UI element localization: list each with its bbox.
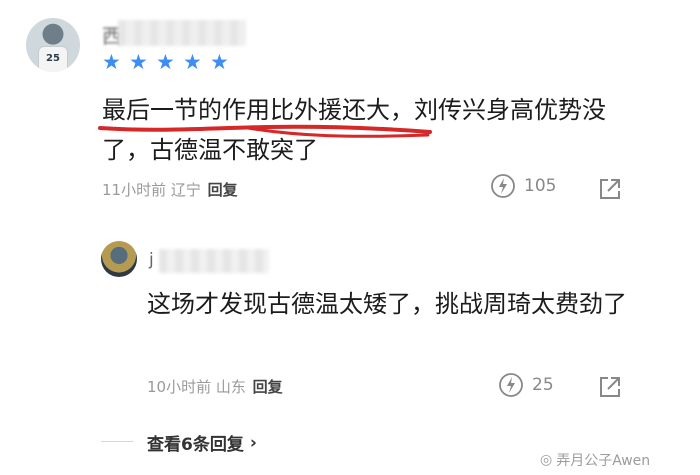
lightning-like-icon: [491, 174, 515, 198]
watermark: ◎ 弄月公子Awen: [540, 450, 650, 470]
reply-reply-button[interactable]: 回复: [253, 378, 283, 396]
reply-user-avatar[interactable]: [101, 241, 137, 277]
reply-time: 10小时前: [147, 378, 212, 396]
like-count: 105: [524, 176, 557, 196]
reply-username-mosaic: [159, 249, 269, 273]
reply-share-icon[interactable]: [597, 374, 623, 400]
weibo-logo-icon: ◎: [540, 452, 553, 468]
share-icon[interactable]: [597, 176, 623, 202]
reply-location: 山东: [215, 378, 246, 396]
reply-username[interactable]: j: [149, 250, 154, 270]
comment-time: 11小时前: [102, 181, 167, 199]
user-avatar[interactable]: 25: [26, 18, 80, 72]
comment-meta: 11小时前 辽宁 回复: [102, 179, 238, 200]
star-icon: ★: [183, 50, 202, 74]
star-icon: ★: [156, 50, 175, 74]
reply-meta: 10小时前 山东 回复: [147, 376, 283, 397]
star-icon: ★: [102, 50, 121, 74]
comment-location: 辽宁: [170, 181, 201, 199]
view-more-divider: [101, 441, 133, 442]
reply-like-count: 25: [532, 375, 554, 395]
watermark-text: 弄月公子Awen: [556, 453, 651, 469]
star-icon: ★: [129, 50, 148, 74]
star-icon: ★: [210, 50, 229, 74]
username-mosaic: [118, 20, 246, 46]
reply-text: 这场才发现古德温太矮了，挑战周琦太费劲了: [147, 290, 627, 318]
reply-like-button[interactable]: 25: [498, 372, 554, 398]
lightning-like-icon: [499, 373, 523, 397]
view-more-label: 查看6条回复: [147, 435, 244, 455]
red-underline-annotation: [98, 124, 432, 138]
chevron-right-icon: ›: [249, 432, 257, 453]
avatar-jersey-number: 25: [38, 46, 68, 72]
reply-button[interactable]: 回复: [208, 181, 238, 199]
view-more-replies-button[interactable]: 查看6条回复 ›: [147, 430, 257, 456]
like-button[interactable]: 105: [490, 173, 556, 199]
rating-stars: ★ ★ ★ ★ ★: [102, 52, 231, 73]
